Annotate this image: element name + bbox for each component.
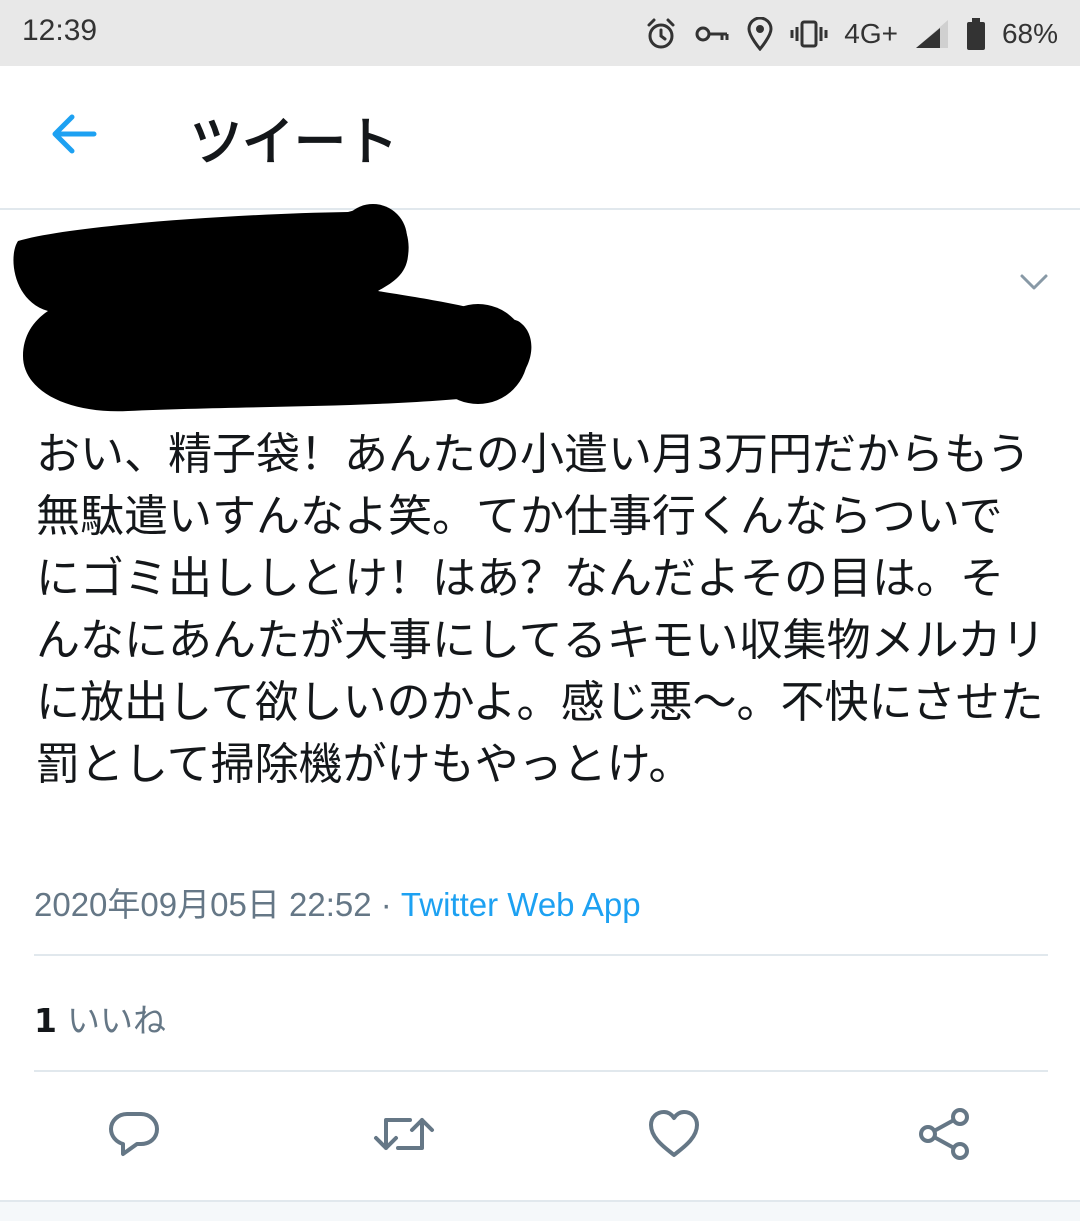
battery-percentage: 68%: [1001, 18, 1058, 49]
retweet-icon: [372, 1110, 436, 1162]
signal-icon: [914, 18, 950, 50]
reply-icon: [107, 1108, 161, 1164]
like-button[interactable]: [642, 1104, 706, 1168]
share-button[interactable]: [912, 1104, 976, 1168]
divider: [34, 1070, 1048, 1072]
network-type: 4G+: [844, 18, 898, 49]
tweet-timestamp[interactable]: 2020年09月05日 22:52: [34, 886, 372, 923]
page-title: ツイート: [190, 113, 399, 173]
likes-label: いいね: [66, 1001, 166, 1040]
vpn-key-icon: [694, 21, 730, 47]
divider: [34, 954, 1048, 956]
status-bar: 12:39 4G+ 68%: [0, 0, 1080, 66]
top-app-bar: ツイート: [0, 66, 1080, 210]
likes-count: 1: [34, 1001, 57, 1040]
location-icon: [746, 17, 774, 51]
battery-icon: [966, 17, 986, 51]
alarm-icon: [644, 17, 678, 51]
chevron-down-icon: [1012, 274, 1056, 306]
tweet-text: おい、精子袋！あんたの小遣い月3万円だからもう無駄遣いすんなよ笑。てか仕事行くん…: [36, 429, 1046, 790]
likes-summary[interactable]: 1 いいね: [34, 994, 166, 1042]
meta-separator: ·: [380, 886, 392, 923]
tweet-source-link[interactable]: Twitter Web App: [401, 886, 641, 923]
heart-icon: [647, 1109, 701, 1163]
back-button[interactable]: [44, 106, 104, 166]
tweet-actions: [0, 1100, 1080, 1176]
reply-button[interactable]: [102, 1104, 166, 1168]
share-icon: [916, 1106, 972, 1166]
next-section-edge: [0, 1202, 1080, 1221]
tweet-meta: 2020年09月05日 22:52 · Twitter Web App: [34, 878, 641, 926]
arrow-left-icon: [50, 112, 98, 160]
retweet-button[interactable]: [372, 1104, 436, 1168]
status-time: 12:39: [22, 14, 98, 47]
status-icons: 4G+ 68%: [644, 12, 1058, 56]
vibrate-icon: [790, 19, 828, 49]
tweet-menu-button[interactable]: [1012, 262, 1056, 302]
redacted-author-area: [8, 196, 548, 416]
